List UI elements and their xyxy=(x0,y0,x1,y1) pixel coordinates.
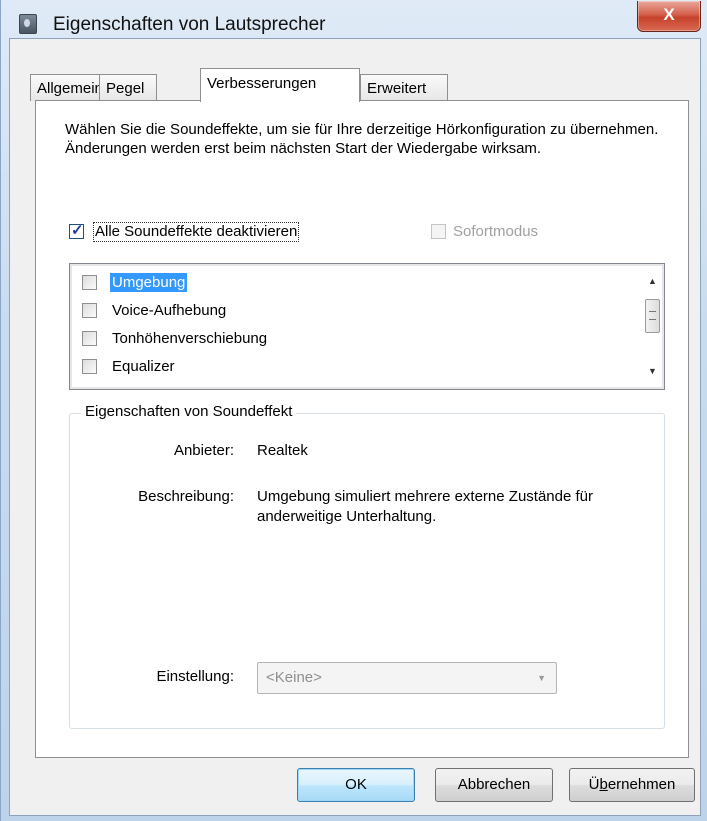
disable-all-label[interactable]: Alle Soundeffekte deaktivieren xyxy=(93,222,300,242)
tab-verbesserungen[interactable]: Verbesserungen xyxy=(200,68,360,102)
chevron-down-icon: ▼ xyxy=(537,673,546,683)
effect-label-voice-aufhebung[interactable]: Voice-Aufhebung xyxy=(110,301,228,320)
description-value: Umgebung simuliert mehrere externe Zustä… xyxy=(257,488,593,525)
effect-checkbox-umgebung[interactable] xyxy=(82,275,97,290)
provider-label: Anbieter: xyxy=(173,442,234,459)
tab-pegel[interactable]: Pegel xyxy=(99,74,157,101)
close-button[interactable]: X xyxy=(637,1,701,32)
apply-label-prefix: Ü xyxy=(588,776,600,793)
immediate-mode-checkbox[interactable] xyxy=(431,224,446,239)
title-bar[interactable]: Eigenschaften von Lautsprecher X xyxy=(1,0,707,38)
ok-button[interactable]: OK xyxy=(297,768,415,802)
cancel-button[interactable]: Abbrechen xyxy=(435,768,553,802)
speaker-app-icon xyxy=(19,14,37,34)
effect-checkbox-equalizer[interactable] xyxy=(82,359,97,374)
scroll-thumb[interactable] xyxy=(645,299,660,333)
apply-label-suffix: ernehmen xyxy=(607,776,676,793)
immediate-mode-label: Sofortmodus xyxy=(453,223,539,240)
setting-label: Einstellung: xyxy=(156,668,234,685)
setting-dropdown[interactable]: <Keine> ▼ xyxy=(257,662,557,694)
effect-checkbox-voice-aufhebung[interactable] xyxy=(82,303,97,318)
effect-properties-title: Eigenschaften von Soundeffekt xyxy=(81,403,297,420)
intro-text: Wählen Sie die Soundeffekte, um sie für … xyxy=(65,121,659,157)
effect-checkbox-tonhoehenverschiebung[interactable] xyxy=(82,331,97,346)
disable-all-checkbox[interactable] xyxy=(69,221,84,239)
properties-dialog: Eigenschaften von Lautsprecher X Allgeme… xyxy=(0,0,707,821)
provider-value: Realtek xyxy=(257,442,308,459)
apply-button[interactable]: Übernehmen xyxy=(569,768,695,802)
scroll-down-arrow-icon[interactable]: ▼ xyxy=(644,363,661,380)
window-title: Eigenschaften von Lautsprecher xyxy=(53,14,326,35)
scroll-up-arrow-icon[interactable]: ▲ xyxy=(644,273,661,290)
effect-label-equalizer[interactable]: Equalizer xyxy=(110,357,177,376)
effect-label-tonhoehenverschiebung[interactable]: Tonhöhenverschiebung xyxy=(110,329,269,348)
setting-dropdown-value: <Keine> xyxy=(266,669,322,686)
tab-allgemein[interactable]: Allgemein xyxy=(30,74,103,101)
effects-scrollbar[interactable]: ▲ ▼ xyxy=(644,267,661,386)
tab-erweitert[interactable]: Erweitert xyxy=(360,74,448,101)
effects-list[interactable]: Umgebung Voice-Aufhebung Tonhöhenverschi… xyxy=(69,263,665,390)
effect-label-umgebung[interactable]: Umgebung xyxy=(110,273,188,292)
apply-label-accesskey: b xyxy=(599,776,608,793)
description-label: Beschreibung: xyxy=(138,488,234,505)
